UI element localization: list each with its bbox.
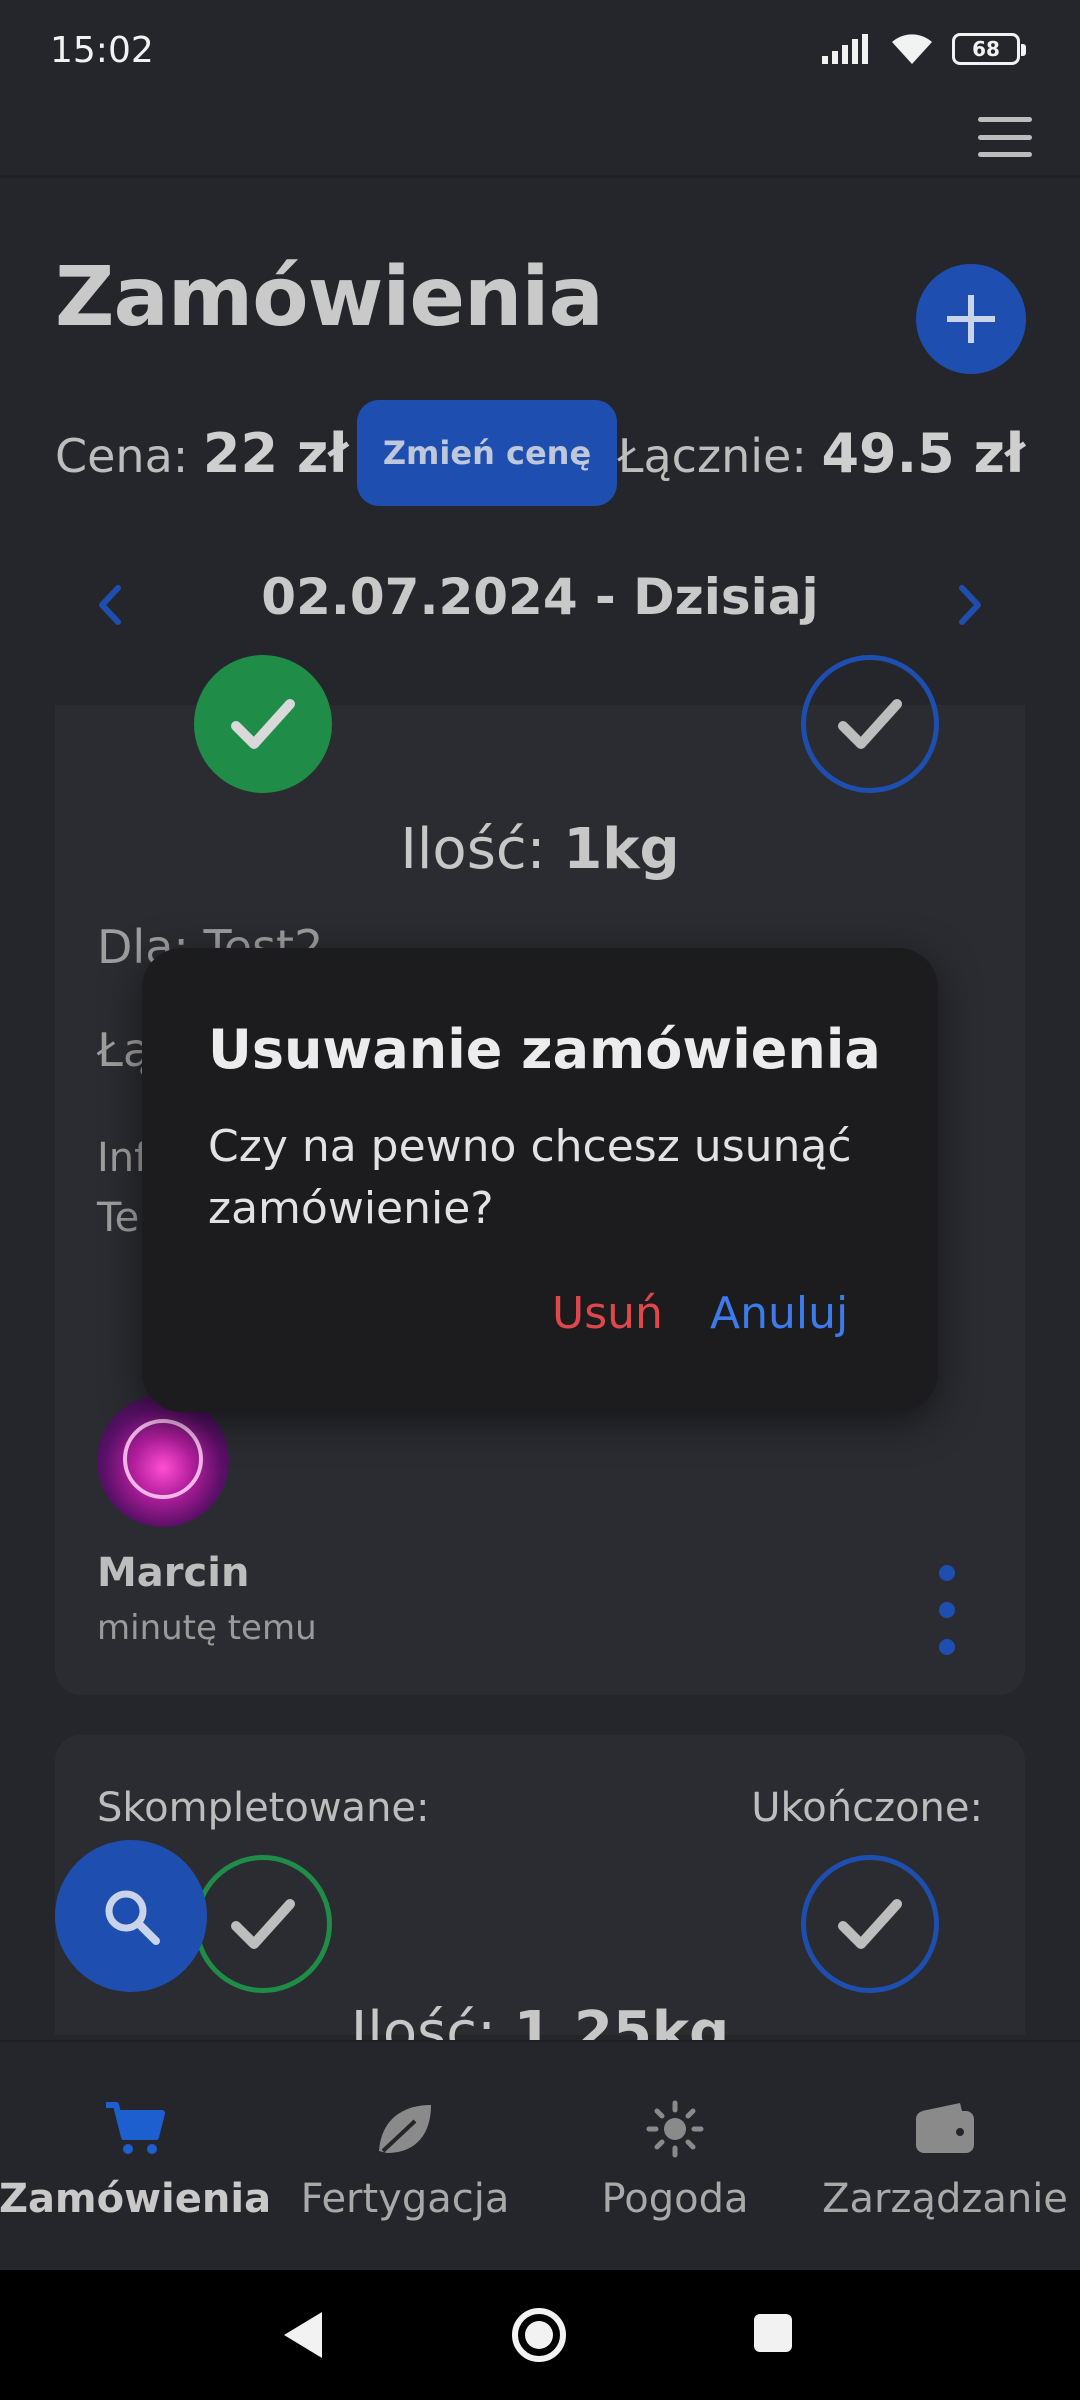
quantity-label: Ilość:	[400, 817, 564, 882]
app-header	[0, 105, 1080, 178]
page-title: Zamówienia	[55, 250, 604, 345]
dialog-title: Usuwanie zamówienia	[208, 1018, 881, 1081]
author-time: minutę temu	[97, 1608, 317, 1648]
nav-item-orders[interactable]: Zamówienia	[0, 2042, 272, 2272]
bottom-navigation: Zamówienia Fertygacja Pogoda Zarządzanie	[0, 2040, 1080, 2270]
completed-toggle[interactable]	[194, 1855, 332, 1993]
back-icon[interactable]	[280, 2308, 326, 2362]
nav-label: Fertygacja	[300, 2176, 510, 2222]
hamburger-menu-icon[interactable]	[978, 117, 1032, 157]
nav-item-fertigation[interactable]: Fertygacja	[270, 2042, 540, 2272]
nav-item-weather[interactable]: Pogoda	[540, 2042, 810, 2272]
home-icon[interactable]	[510, 2306, 568, 2364]
battery-level: 68	[972, 37, 1000, 61]
dialog-message: Czy na pewno chcesz usunąć zamówienie?	[208, 1121, 852, 1234]
finished-toggle[interactable]	[801, 655, 939, 793]
avatar	[97, 1395, 229, 1527]
order-info-label: Inf	[97, 1135, 149, 1181]
author-name: Marcin	[97, 1550, 250, 1596]
cart-icon	[106, 2102, 165, 2154]
wifi-icon	[892, 34, 932, 64]
quantity-value: 1kg	[563, 817, 680, 882]
search-button[interactable]	[55, 1840, 207, 1992]
completed-label: Skompletowane:	[97, 1785, 430, 1831]
check-icon	[838, 699, 902, 749]
nav-item-management[interactable]: Zarządzanie	[810, 2042, 1080, 2272]
system-navigation-bar	[0, 2270, 1080, 2400]
check-icon	[231, 1899, 295, 1949]
current-date: 02.07.2024 - Dzisiaj	[261, 568, 819, 626]
check-icon	[231, 699, 295, 749]
status-time: 15:02	[50, 30, 154, 71]
status-bar: 15:02 68	[0, 0, 1080, 105]
delete-order-dialog: Usuwanie zamówienia Czy na pewno chcesz …	[142, 948, 938, 1412]
order-info-text: Te	[97, 1195, 140, 1241]
change-price-button[interactable]: Zmień cenę	[357, 400, 617, 506]
cancel-button[interactable]: Anuluj	[710, 1288, 848, 1339]
nav-label: Zarządzanie	[822, 2176, 1068, 2222]
finished-toggle[interactable]	[801, 1855, 939, 1993]
price-label: Cena:	[55, 429, 203, 483]
finished-label: Ukończone:	[751, 1785, 983, 1831]
leaf-icon	[379, 2105, 431, 2153]
search-icon	[105, 1890, 160, 1945]
date-navigator: 02.07.2024 - Dzisiaj	[0, 560, 1080, 650]
total-display: Łącznie: 49.5 zł	[618, 422, 1025, 485]
add-order-button[interactable]	[916, 264, 1026, 374]
confirm-delete-button[interactable]: Usuń	[552, 1288, 663, 1339]
nav-label: Zamówienia	[0, 2176, 272, 2222]
more-options-icon[interactable]	[927, 1565, 967, 1655]
nav-label: Pogoda	[601, 2176, 749, 2222]
completed-toggle[interactable]	[194, 655, 332, 793]
status-icons: 68	[822, 32, 1026, 66]
wallet-icon	[916, 2103, 974, 2153]
price-value: 22 zł	[202, 422, 349, 485]
chevron-right-icon	[959, 585, 981, 625]
check-icon	[838, 1899, 902, 1949]
price-row: Cena: 22 zł Zmień cenę Łącznie: 49.5 zł	[55, 400, 1025, 506]
next-day-button[interactable]	[940, 570, 1000, 640]
sun-icon	[646, 2100, 704, 2158]
battery-icon: 68	[952, 33, 1026, 65]
price-display: Cena: 22 zł	[55, 422, 348, 485]
order-quantity: Ilość: 1kg	[55, 817, 1025, 882]
plus-icon	[947, 295, 995, 343]
total-label: Łącznie:	[617, 429, 822, 483]
signal-icon	[822, 34, 868, 64]
total-value: 49.5 zł	[821, 422, 1025, 485]
recent-apps-icon[interactable]	[752, 2312, 794, 2354]
